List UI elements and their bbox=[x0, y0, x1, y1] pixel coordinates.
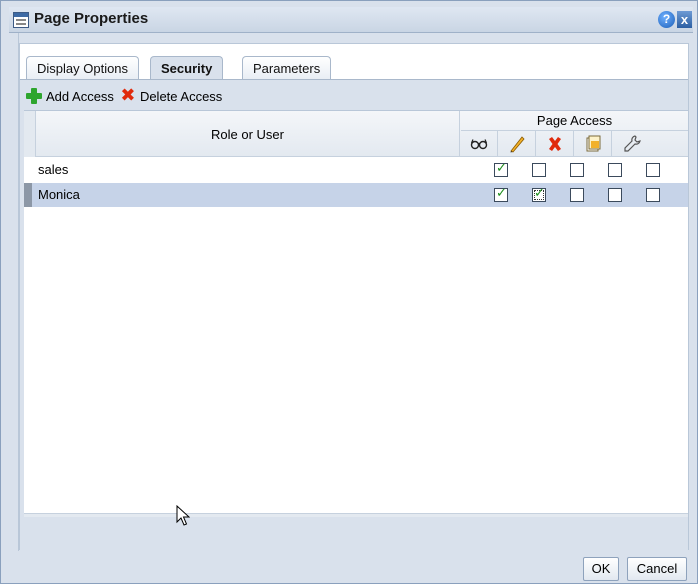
page-properties-dialog: Page Properties ? x Display Options Secu… bbox=[0, 0, 698, 584]
checkbox-customize[interactable] bbox=[608, 163, 622, 177]
tab-security[interactable]: Security bbox=[150, 56, 224, 81]
column-header-role[interactable]: Role or User bbox=[36, 111, 460, 157]
perm-col-customize bbox=[575, 131, 612, 157]
column-header-role-label: Role or User bbox=[211, 126, 284, 142]
edit-icon bbox=[510, 136, 525, 153]
page-properties-icon bbox=[13, 12, 29, 28]
add-access-button[interactable]: Add Access bbox=[26, 88, 114, 104]
checkbox-delete[interactable] bbox=[570, 163, 584, 177]
checkbox-manage[interactable] bbox=[646, 188, 660, 202]
checkbox-customize[interactable] bbox=[608, 188, 622, 202]
customize-icon bbox=[586, 135, 601, 152]
close-icon[interactable]: x bbox=[677, 11, 692, 28]
tab-display-options[interactable]: Display Options bbox=[26, 56, 140, 80]
checkbox-view[interactable] bbox=[494, 161, 508, 177]
help-icon[interactable]: ? bbox=[658, 11, 675, 28]
delete-access-button[interactable]: ✖ Delete Access bbox=[120, 85, 223, 106]
delete-access-label: Delete Access bbox=[139, 88, 223, 104]
add-access-label: Add Access bbox=[46, 88, 114, 104]
perm-col-edit bbox=[499, 131, 536, 157]
view-icon bbox=[470, 139, 488, 150]
delete-icon: ✖ bbox=[120, 85, 136, 106]
table-row-monica[interactable]: Monica bbox=[24, 183, 688, 207]
content-panel: Display Options Security Parameters Add … bbox=[19, 43, 689, 550]
table-row-sales[interactable]: sales bbox=[24, 158, 688, 182]
perm-col-delete bbox=[537, 131, 574, 157]
row-name: sales bbox=[38, 162, 69, 177]
dialog-title: Page Properties bbox=[34, 10, 149, 27]
title-bar[interactable]: Page Properties ? x bbox=[9, 7, 693, 33]
checkbox-manage[interactable] bbox=[646, 163, 660, 177]
tab-strip: Display Options Security Parameters bbox=[20, 44, 688, 81]
security-panel: Add Access ✖ Delete Access Role or User … bbox=[20, 80, 688, 550]
column-group-page-access: Page Access bbox=[461, 111, 688, 131]
ok-button[interactable]: OK bbox=[583, 557, 619, 581]
add-icon bbox=[26, 88, 42, 104]
checkbox-delete[interactable] bbox=[570, 188, 584, 202]
table-header: Role or User Page Access bbox=[24, 111, 688, 157]
left-edge-strip bbox=[9, 33, 19, 551]
cancel-button[interactable]: Cancel bbox=[627, 557, 687, 581]
delete-icon bbox=[549, 137, 561, 151]
perm-col-view bbox=[461, 131, 498, 157]
manage-icon bbox=[623, 135, 641, 152]
mouse-cursor bbox=[176, 505, 190, 526]
access-toolbar: Add Access ✖ Delete Access bbox=[26, 86, 222, 106]
checkbox-edit[interactable] bbox=[532, 163, 546, 177]
access-table: Role or User Page Access sales ✓ Monica … bbox=[24, 110, 688, 517]
table-footer-bar bbox=[24, 513, 688, 517]
row-name: Monica bbox=[38, 187, 80, 202]
checkbox-view[interactable] bbox=[494, 186, 508, 202]
perm-col-manage bbox=[613, 131, 650, 157]
checkbox-edit[interactable] bbox=[532, 186, 546, 202]
tab-parameters[interactable]: Parameters bbox=[242, 56, 332, 80]
